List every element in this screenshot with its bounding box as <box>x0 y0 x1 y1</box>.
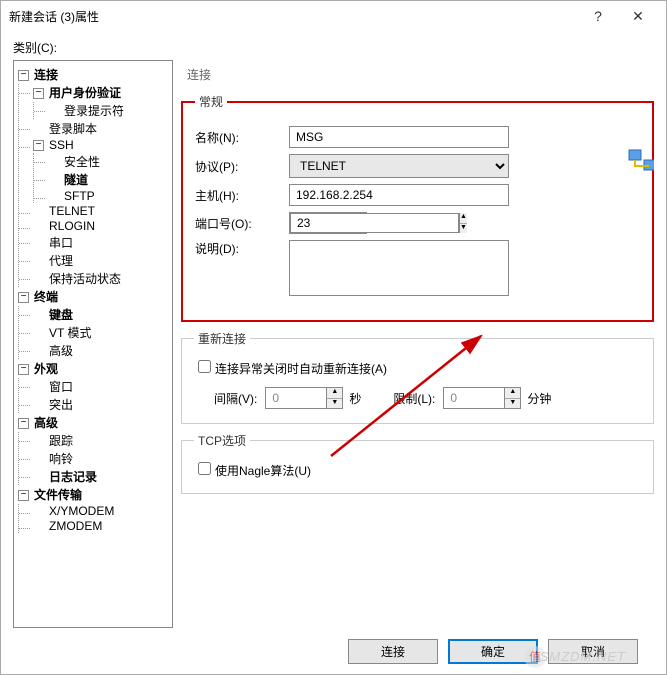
expand-icon[interactable]: − <box>18 418 29 429</box>
tree-serial[interactable]: 串口 <box>47 235 75 251</box>
tree-rlogin[interactable]: RLOGIN <box>47 218 97 234</box>
expand-icon[interactable]: − <box>18 364 29 375</box>
tree-sftp[interactable]: SFTP <box>62 188 97 204</box>
name-input[interactable] <box>289 126 509 148</box>
reconnect-group: 重新连接 连接异常关闭时自动重新连接(A) 间隔(V): ▲▼ 秒 限制(L):… <box>181 330 654 424</box>
spin-up-icon[interactable]: ▲ <box>505 388 520 399</box>
expand-icon[interactable]: − <box>18 490 29 501</box>
tree-logging[interactable]: 日志记录 <box>47 469 99 485</box>
spin-down-icon[interactable]: ▼ <box>505 399 520 409</box>
ok-button[interactable]: 确定 <box>448 639 538 664</box>
limit-input[interactable] <box>444 388 504 408</box>
section-title: 连接 <box>181 64 654 85</box>
tree-security[interactable]: 安全性 <box>62 154 102 170</box>
tree-advanced[interactable]: 高级 <box>32 415 60 431</box>
expand-icon[interactable]: − <box>18 70 29 81</box>
category-label: 类别(C): <box>13 39 654 56</box>
tree-xymodem[interactable]: X/YMODEM <box>47 503 116 519</box>
dialog-footer: 连接 确定 取消 <box>13 628 654 674</box>
general-group: 常规 名称(N): 协议(P): TELNET 主机(H): 端口号(O): ▲▼… <box>181 93 654 322</box>
expand-icon[interactable]: − <box>18 292 29 303</box>
nagle-label: 使用Nagle算法(U) <box>215 464 311 478</box>
desc-label: 说明(D): <box>195 240 281 257</box>
tree-filetransfer[interactable]: 文件传输 <box>32 487 84 503</box>
tcp-group: TCP选项 使用Nagle算法(U) <box>181 432 654 494</box>
host-label: 主机(H): <box>195 187 281 204</box>
host-input[interactable] <box>289 184 509 206</box>
tree-keepalive[interactable]: 保持活动状态 <box>47 271 123 287</box>
expand-icon[interactable]: − <box>33 140 44 151</box>
interval-input[interactable] <box>266 388 326 408</box>
title-bar: 新建会话 (3)属性 ? ✕ <box>1 1 666 31</box>
close-button[interactable]: ✕ <box>618 8 658 25</box>
tree-trace[interactable]: 跟踪 <box>47 433 75 449</box>
tree-login-script[interactable]: 登录脚本 <box>47 121 99 137</box>
tree-proxy[interactable]: 代理 <box>47 253 75 269</box>
network-icon <box>628 148 654 174</box>
port-input[interactable] <box>290 213 459 233</box>
tree-bell[interactable]: 响铃 <box>47 451 75 467</box>
connect-button[interactable]: 连接 <box>348 639 438 664</box>
category-tree[interactable]: −连接 −用户身份验证 登录提示符 登录脚本 −SSH 安全性 隧道 SFTP <box>13 60 173 628</box>
tree-advanced-term[interactable]: 高级 <box>47 343 75 359</box>
tcp-legend: TCP选项 <box>194 432 250 449</box>
name-label: 名称(N): <box>195 129 281 146</box>
tree-appearance[interactable]: 外观 <box>32 361 60 377</box>
help-button[interactable]: ? <box>578 8 618 24</box>
minutes-label: 分钟 <box>527 390 551 407</box>
port-spinner[interactable]: ▲▼ <box>289 212 367 234</box>
protocol-select[interactable]: TELNET <box>289 154 509 178</box>
protocol-label: 协议(P): <box>195 158 281 175</box>
desc-textarea[interactable] <box>289 240 509 296</box>
cancel-button[interactable]: 取消 <box>548 639 638 664</box>
tree-tunnel[interactable]: 隧道 <box>62 172 90 188</box>
tree-telnet[interactable]: TELNET <box>47 203 97 219</box>
auto-reconnect-label: 连接异常关闭时自动重新连接(A) <box>215 362 387 376</box>
tree-vtmode[interactable]: VT 模式 <box>47 325 93 341</box>
tree-keyboard[interactable]: 键盘 <box>47 307 75 323</box>
tree-window[interactable]: 窗口 <box>47 379 75 395</box>
tree-terminal[interactable]: 终端 <box>32 289 60 305</box>
general-legend: 常规 <box>195 93 227 110</box>
tree-highlight[interactable]: 突出 <box>47 397 75 413</box>
spin-down-icon[interactable]: ▼ <box>460 224 467 234</box>
tree-connection[interactable]: 连接 <box>32 67 60 83</box>
limit-label: 限制(L): <box>393 390 435 407</box>
tree-auth[interactable]: 用户身份验证 <box>47 85 123 101</box>
interval-spinner[interactable]: ▲▼ <box>265 387 343 409</box>
auto-reconnect-checkbox[interactable] <box>198 360 211 373</box>
spin-up-icon[interactable]: ▲ <box>327 388 342 399</box>
spin-up-icon[interactable]: ▲ <box>460 213 467 224</box>
interval-label: 间隔(V): <box>214 390 257 407</box>
limit-spinner[interactable]: ▲▼ <box>443 387 521 409</box>
tree-login-prompt[interactable]: 登录提示符 <box>62 103 126 119</box>
tree-ssh[interactable]: SSH <box>47 137 76 153</box>
tree-zmodem[interactable]: ZMODEM <box>47 518 104 534</box>
reconnect-legend: 重新连接 <box>194 330 250 347</box>
seconds-label: 秒 <box>349 390 361 407</box>
nagle-checkbox[interactable] <box>198 462 211 475</box>
expand-icon[interactable]: − <box>33 88 44 99</box>
spin-down-icon[interactable]: ▼ <box>327 399 342 409</box>
port-label: 端口号(O): <box>195 215 281 232</box>
window-title: 新建会话 (3)属性 <box>9 8 578 25</box>
